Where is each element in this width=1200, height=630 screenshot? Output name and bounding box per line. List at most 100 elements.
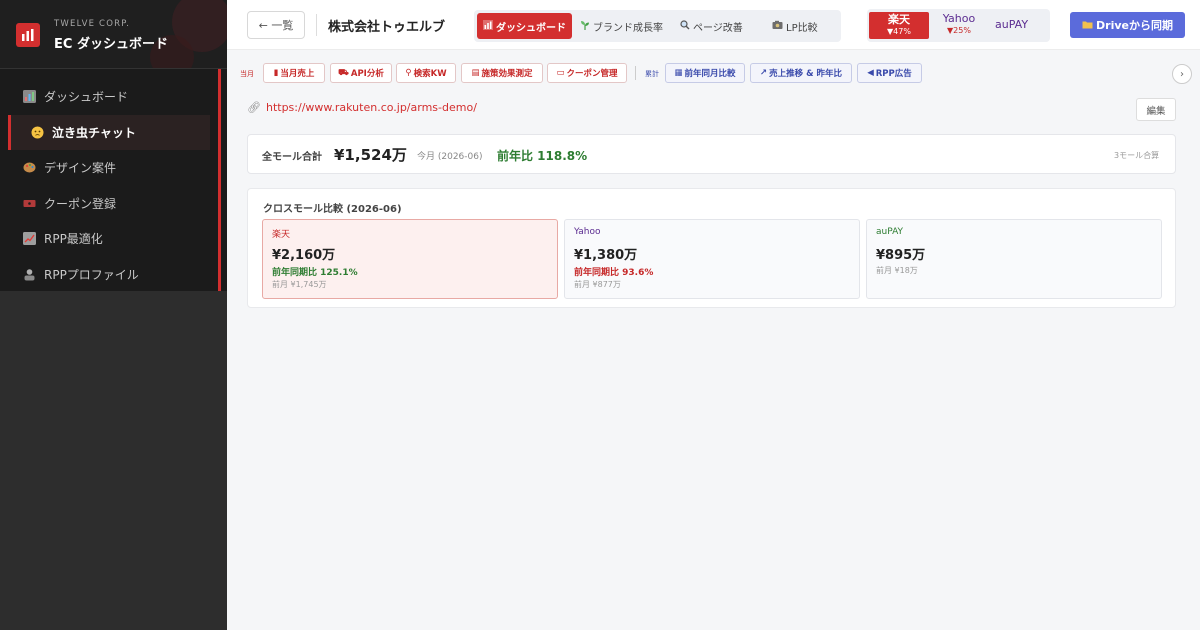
current-sales-button[interactable]: ▮ 当月売上 [263, 63, 325, 83]
button-label: API分析 [350, 69, 384, 79]
mall-change: ▼25% [947, 26, 971, 35]
chart-icon [22, 90, 36, 104]
tab-lp-compare[interactable]: LP比較 [772, 13, 818, 39]
drive-sync-button[interactable]: Driveから同期 [1070, 12, 1185, 38]
link-icon: 🔗︎ [247, 101, 261, 114]
tab-label: LP比較 [786, 22, 818, 34]
sidebar-item-rpp-profile[interactable]: RPPプロファイル [0, 257, 218, 292]
mall-tab-yahoo[interactable]: Yahoo ▼25% [939, 12, 979, 36]
sidebar-item-label: ダッシュボード [44, 90, 129, 105]
divider [316, 14, 317, 36]
brand-company: TWELVE CORP. [54, 19, 131, 29]
summary-yoy: 前年比 118.8% [497, 149, 588, 163]
button-label: クーポン管理 [566, 69, 618, 79]
sidebar-item-crying-chat[interactable]: 泣き虫チャット [8, 114, 210, 150]
sidebar-item-design[interactable]: デザイン案件 [0, 150, 218, 186]
mall-card-name: 楽天 [272, 230, 291, 240]
summary-label: 全モール合計 [262, 152, 322, 163]
trend-icon [22, 232, 36, 246]
mall-card-yoy: 前年同期比 93.6% [574, 268, 654, 278]
shop-url-row: 🔗︎ https://www.rakuten.co.jp/arms-demo/ [247, 101, 477, 114]
tab-page-improvement[interactable]: ページ改善 [680, 13, 743, 39]
brand-header: TWELVE CORP. EC ダッシュボード [0, 0, 227, 68]
magnifier-icon [680, 19, 690, 33]
sidebar-item-coupon[interactable]: クーポン登録 [0, 186, 218, 222]
button-label: RPP広告 [875, 69, 912, 79]
trend-icon: ↗ [760, 68, 768, 78]
sidebar-item-label: RPPプロファイル [44, 267, 139, 282]
calendar-icon: ▦ [674, 68, 683, 78]
mall-card-rakuten[interactable]: 楽天 ¥2,160万 前年同期比 125.1% 前月 ¥1,745万 [262, 219, 558, 299]
cart-icon: ⛟ [338, 67, 349, 78]
mall-name: 楽天 [888, 13, 910, 26]
top-header: ← 一覧 株式会社トゥエルブ ダッシュボード ブランド成長率 ページ改善 LP比… [227, 0, 1200, 50]
sprout-icon [580, 20, 590, 33]
clipboard-icon: ▤ [471, 68, 480, 78]
mall-tab-rakuten[interactable]: 楽天 ▼47% [869, 12, 929, 39]
mall-card-aupay[interactable]: auPAY ¥895万 前月 ¥18万 [866, 219, 1162, 299]
cumulative-label: 累計 [645, 70, 659, 78]
sidebar-item-label: 泣き虫チャット [52, 125, 136, 140]
back-to-list-button[interactable]: ← 一覧 [247, 11, 305, 39]
sidebar-item-label: クーポン登録 [44, 196, 117, 211]
yoy-month-compare-button[interactable]: ▦ 前年同月比較 [665, 63, 745, 83]
brand-logo-icon [16, 23, 40, 47]
mall-card-name: auPAY [876, 227, 904, 237]
megaphone-icon: ◀ [867, 68, 874, 78]
sidebar-nav: ダッシュボード 泣き虫チャット デザイン案件 クーポン登録 RPP最適化 RPP… [0, 79, 218, 291]
button-label: 施策効果測定 [481, 69, 533, 79]
mall-selector: 楽天 ▼47% Yahoo ▼25% auPAY [867, 9, 1050, 42]
sidebar-item-label: RPP最適化 [44, 232, 103, 247]
api-analysis-button[interactable]: ⛟ API分析 [330, 63, 392, 83]
rpp-ads-button[interactable]: ◀ RPP広告 [857, 63, 922, 83]
sidebar-item-rpp-optimize[interactable]: RPP最適化 [0, 221, 218, 257]
total-summary-card: 全モール合計 ¥1,524万 今月 (2026-06) 前年比 118.8% 3… [247, 134, 1176, 174]
tab-label: ブランド成長率 [593, 22, 663, 34]
folder-icon [1082, 19, 1093, 32]
button-label: 売上推移 & 昨年比 [769, 69, 842, 79]
button-label: 検索KW [413, 69, 447, 79]
current-month-label: 当月 [240, 70, 254, 78]
chart-icon: ▮ [273, 68, 279, 78]
sidebar: TWELVE CORP. EC ダッシュボード ダッシュボード 泣き虫チャット … [0, 0, 227, 630]
button-label: 前年同月比較 [684, 69, 736, 79]
user-profile-icon [22, 267, 36, 281]
cross-mall-comparison: クロスモール比較 (2026-06) 楽天 ¥2,160万 前年同期比 125.… [247, 188, 1176, 308]
company-name: 株式会社トゥエルブ [328, 20, 446, 35]
chart-icon [483, 19, 493, 33]
magnifier-icon: ⚲ [405, 68, 412, 78]
brand-title: EC ダッシュボード [54, 37, 168, 52]
mall-card-yoy: 前年同期比 125.1% [272, 268, 358, 278]
mall-tab-aupay[interactable]: auPAY [995, 18, 1028, 31]
chevron-right-icon[interactable]: › [1172, 64, 1192, 84]
sidebar-item-dashboard[interactable]: ダッシュボード [0, 79, 218, 115]
tab-brand-growth[interactable]: ブランド成長率 [580, 13, 663, 39]
summary-month: 今月 (2026-06) [417, 152, 483, 162]
mall-card-value: ¥2,160万 [272, 248, 336, 263]
view-tabs: ダッシュボード ブランド成長率 ページ改善 LP比較 [474, 10, 841, 42]
shop-url-link[interactable]: https://www.rakuten.co.jp/arms-demo/ [266, 101, 477, 114]
button-label: 当月売上 [280, 69, 315, 79]
mall-card-value: ¥1,380万 [574, 248, 638, 263]
summary-note: 3モール合算 [1114, 151, 1160, 160]
mall-card-value: ¥895万 [876, 248, 926, 263]
mall-card-yahoo[interactable]: Yahoo ¥1,380万 前年同期比 93.6% 前月 ¥877万 [564, 219, 860, 299]
sales-trend-button[interactable]: ↗ 売上推移 & 昨年比 [750, 63, 852, 83]
ticket-icon [22, 196, 36, 210]
measure-effect-button[interactable]: ▤ 施策効果測定 [461, 63, 543, 83]
mall-card-prev: 前月 ¥1,745万 [272, 280, 327, 289]
search-kw-button[interactable]: ⚲ 検索KW [396, 63, 456, 83]
tab-dashboard[interactable]: ダッシュボード [477, 13, 572, 39]
coupon-manage-button[interactable]: ▭ クーポン管理 [547, 63, 627, 83]
section-title: クロスモール比較 (2026-06) [263, 204, 402, 215]
quick-links-bar: 当月 ▮ 当月売上 ⛟ API分析 ⚲ 検索KW ▤ 施策効果測定 ▭ クーポン管理 累計… [227, 58, 1200, 88]
mall-change: ▼47% [887, 27, 911, 36]
sidebar-item-label: デザイン案件 [44, 161, 117, 176]
divider [635, 66, 636, 80]
mall-card-prev: 前月 ¥18万 [876, 266, 918, 275]
edit-button[interactable]: 編集 [1136, 98, 1176, 121]
tab-label: ページ改善 [693, 22, 743, 34]
summary-total-value: ¥1,524万 [334, 146, 407, 164]
drive-sync-label: Driveから同期 [1096, 19, 1173, 32]
main-content: ← 一覧 株式会社トゥエルブ ダッシュボード ブランド成長率 ページ改善 LP比… [227, 0, 1200, 630]
